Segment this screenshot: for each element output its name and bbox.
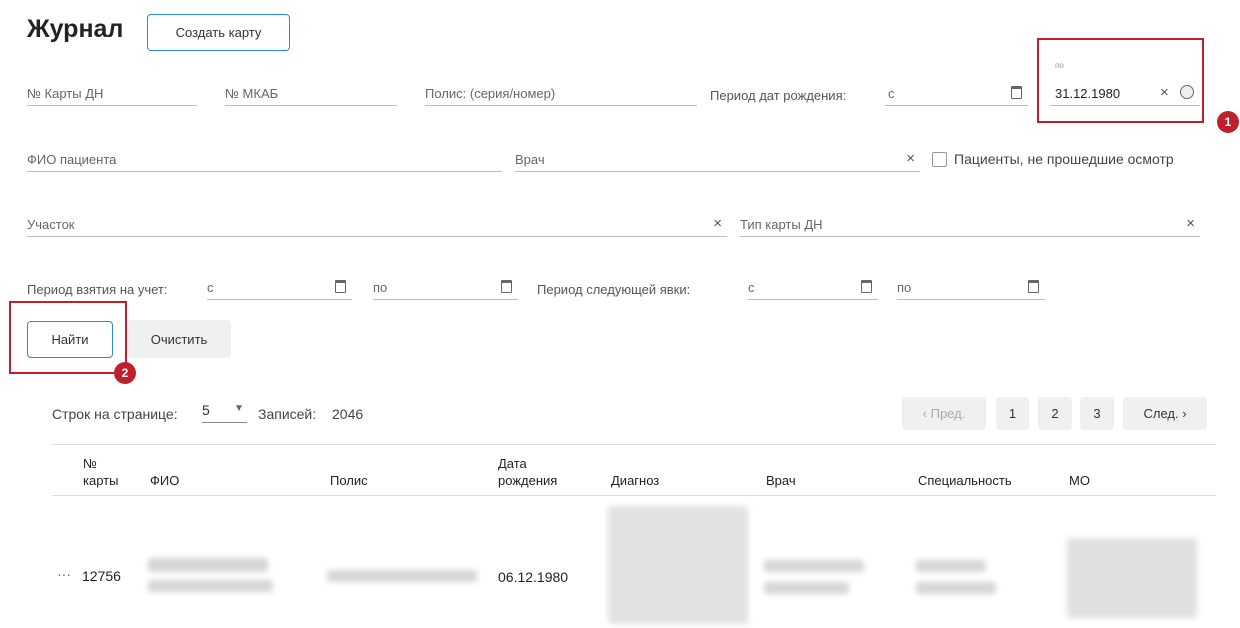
table-row[interactable]: ··· 12756 06.12.1980 <box>52 500 1216 628</box>
not-examined-label: Пациенты, не прошедшие осмотр <box>954 151 1174 167</box>
annotation-badge-1: 1 <box>1217 111 1239 133</box>
registration-period-label: Период взятия на учет: <box>27 282 168 297</box>
chevron-down-icon: ▼ <box>234 403 244 414</box>
policy-field[interactable]: Полис: (серия/номер) <box>425 78 697 106</box>
birth-period-label: Период дат рождения: <box>710 88 847 103</box>
row-fio-redacted <box>148 580 273 592</box>
clear-icon[interactable]: × <box>1186 216 1195 231</box>
next-visit-from-placeholder: с <box>748 280 755 295</box>
district-field[interactable]: Участок × <box>27 209 727 237</box>
row-card-no: 12756 <box>82 568 121 584</box>
row-specialty-redacted <box>916 560 986 572</box>
clear-button[interactable]: Очистить <box>127 320 231 358</box>
row-doctor-redacted <box>764 560 864 572</box>
policy-placeholder: Полис: (серия/номер) <box>425 86 556 101</box>
row-doctor-redacted <box>764 582 849 594</box>
birth-from-field[interactable]: с <box>885 78 1028 106</box>
col-diagnosis-header: Диагноз <box>611 473 660 488</box>
annotation-box-1 <box>1037 38 1204 123</box>
page-title: Журнал <box>27 15 124 43</box>
not-examined-checkbox[interactable] <box>932 152 947 167</box>
col-policy-header: Полис <box>330 473 368 488</box>
rows-per-page-value: 5 <box>202 402 210 418</box>
table-header-divider <box>52 495 1216 496</box>
mkab-placeholder: № МКАБ <box>225 86 279 101</box>
next-visit-from-field[interactable]: с <box>748 272 878 300</box>
registration-to-field[interactable]: по <box>373 272 518 300</box>
row-specialty-redacted <box>916 582 996 594</box>
row-menu-icon[interactable]: ··· <box>57 566 71 582</box>
patient-name-field[interactable]: ФИО пациента <box>27 144 502 172</box>
col-card-no-header: № карты <box>83 456 119 488</box>
col-doctor-header: Врач <box>766 473 796 488</box>
row-diagnosis-redacted <box>608 506 748 624</box>
annotation-box-2 <box>9 301 127 374</box>
row-mo-redacted <box>1067 538 1197 618</box>
card-dn-field[interactable]: № Карты ДН <box>27 78 197 106</box>
page-1-button[interactable]: 1 <box>996 397 1029 430</box>
card-type-placeholder: Тип карты ДН <box>740 217 823 232</box>
doctor-placeholder: Врач <box>515 152 545 167</box>
clear-icon[interactable]: × <box>713 216 722 231</box>
col-fio-header: ФИО <box>150 473 180 488</box>
next-page-button[interactable]: След. › <box>1123 397 1207 430</box>
create-card-button[interactable]: Создать карту <box>147 14 290 51</box>
col-birth-header: Дата рождения <box>498 456 558 488</box>
calendar-icon[interactable] <box>335 280 346 293</box>
col-specialty-header: Специальность <box>918 473 1012 488</box>
registration-from-placeholder: с <box>207 280 214 295</box>
annotation-badge-2: 2 <box>114 362 136 384</box>
calendar-icon[interactable] <box>861 280 872 293</box>
rows-per-page-select[interactable]: 5 ▼ <box>202 398 247 423</box>
row-policy-redacted <box>327 570 477 582</box>
doctor-field[interactable]: Врач × <box>515 144 920 172</box>
calendar-icon[interactable] <box>1028 280 1039 293</box>
card-type-field[interactable]: Тип карты ДН × <box>740 209 1200 237</box>
rows-per-page-label: Строк на странице: <box>52 406 178 422</box>
calendar-icon[interactable] <box>501 280 512 293</box>
registration-to-placeholder: по <box>373 280 388 295</box>
registration-from-field[interactable]: с <box>207 272 352 300</box>
page-3-button[interactable]: 3 <box>1080 397 1114 430</box>
records-count: 2046 <box>332 406 364 422</box>
next-visit-to-placeholder: по <box>897 280 912 295</box>
next-visit-to-field[interactable]: по <box>897 272 1045 300</box>
row-fio-redacted <box>148 558 268 572</box>
prev-page-button[interactable]: ‹ Пред. <box>902 397 986 430</box>
row-birth-date: 06.12.1980 <box>498 569 569 585</box>
table-top-divider <box>52 444 1216 445</box>
records-label: Записей: <box>258 406 317 422</box>
next-visit-period-label: Период следующей явки: <box>537 282 691 297</box>
patient-name-placeholder: ФИО пациента <box>27 152 117 167</box>
card-dn-placeholder: № Карты ДН <box>27 86 104 101</box>
clear-icon[interactable]: × <box>906 151 915 166</box>
page-2-button[interactable]: 2 <box>1038 397 1072 430</box>
col-mo-header: МО <box>1069 473 1090 488</box>
district-placeholder: Участок <box>27 217 75 232</box>
mkab-field[interactable]: № МКАБ <box>225 78 397 106</box>
birth-from-placeholder: с <box>888 86 895 101</box>
calendar-icon[interactable] <box>1011 86 1022 99</box>
